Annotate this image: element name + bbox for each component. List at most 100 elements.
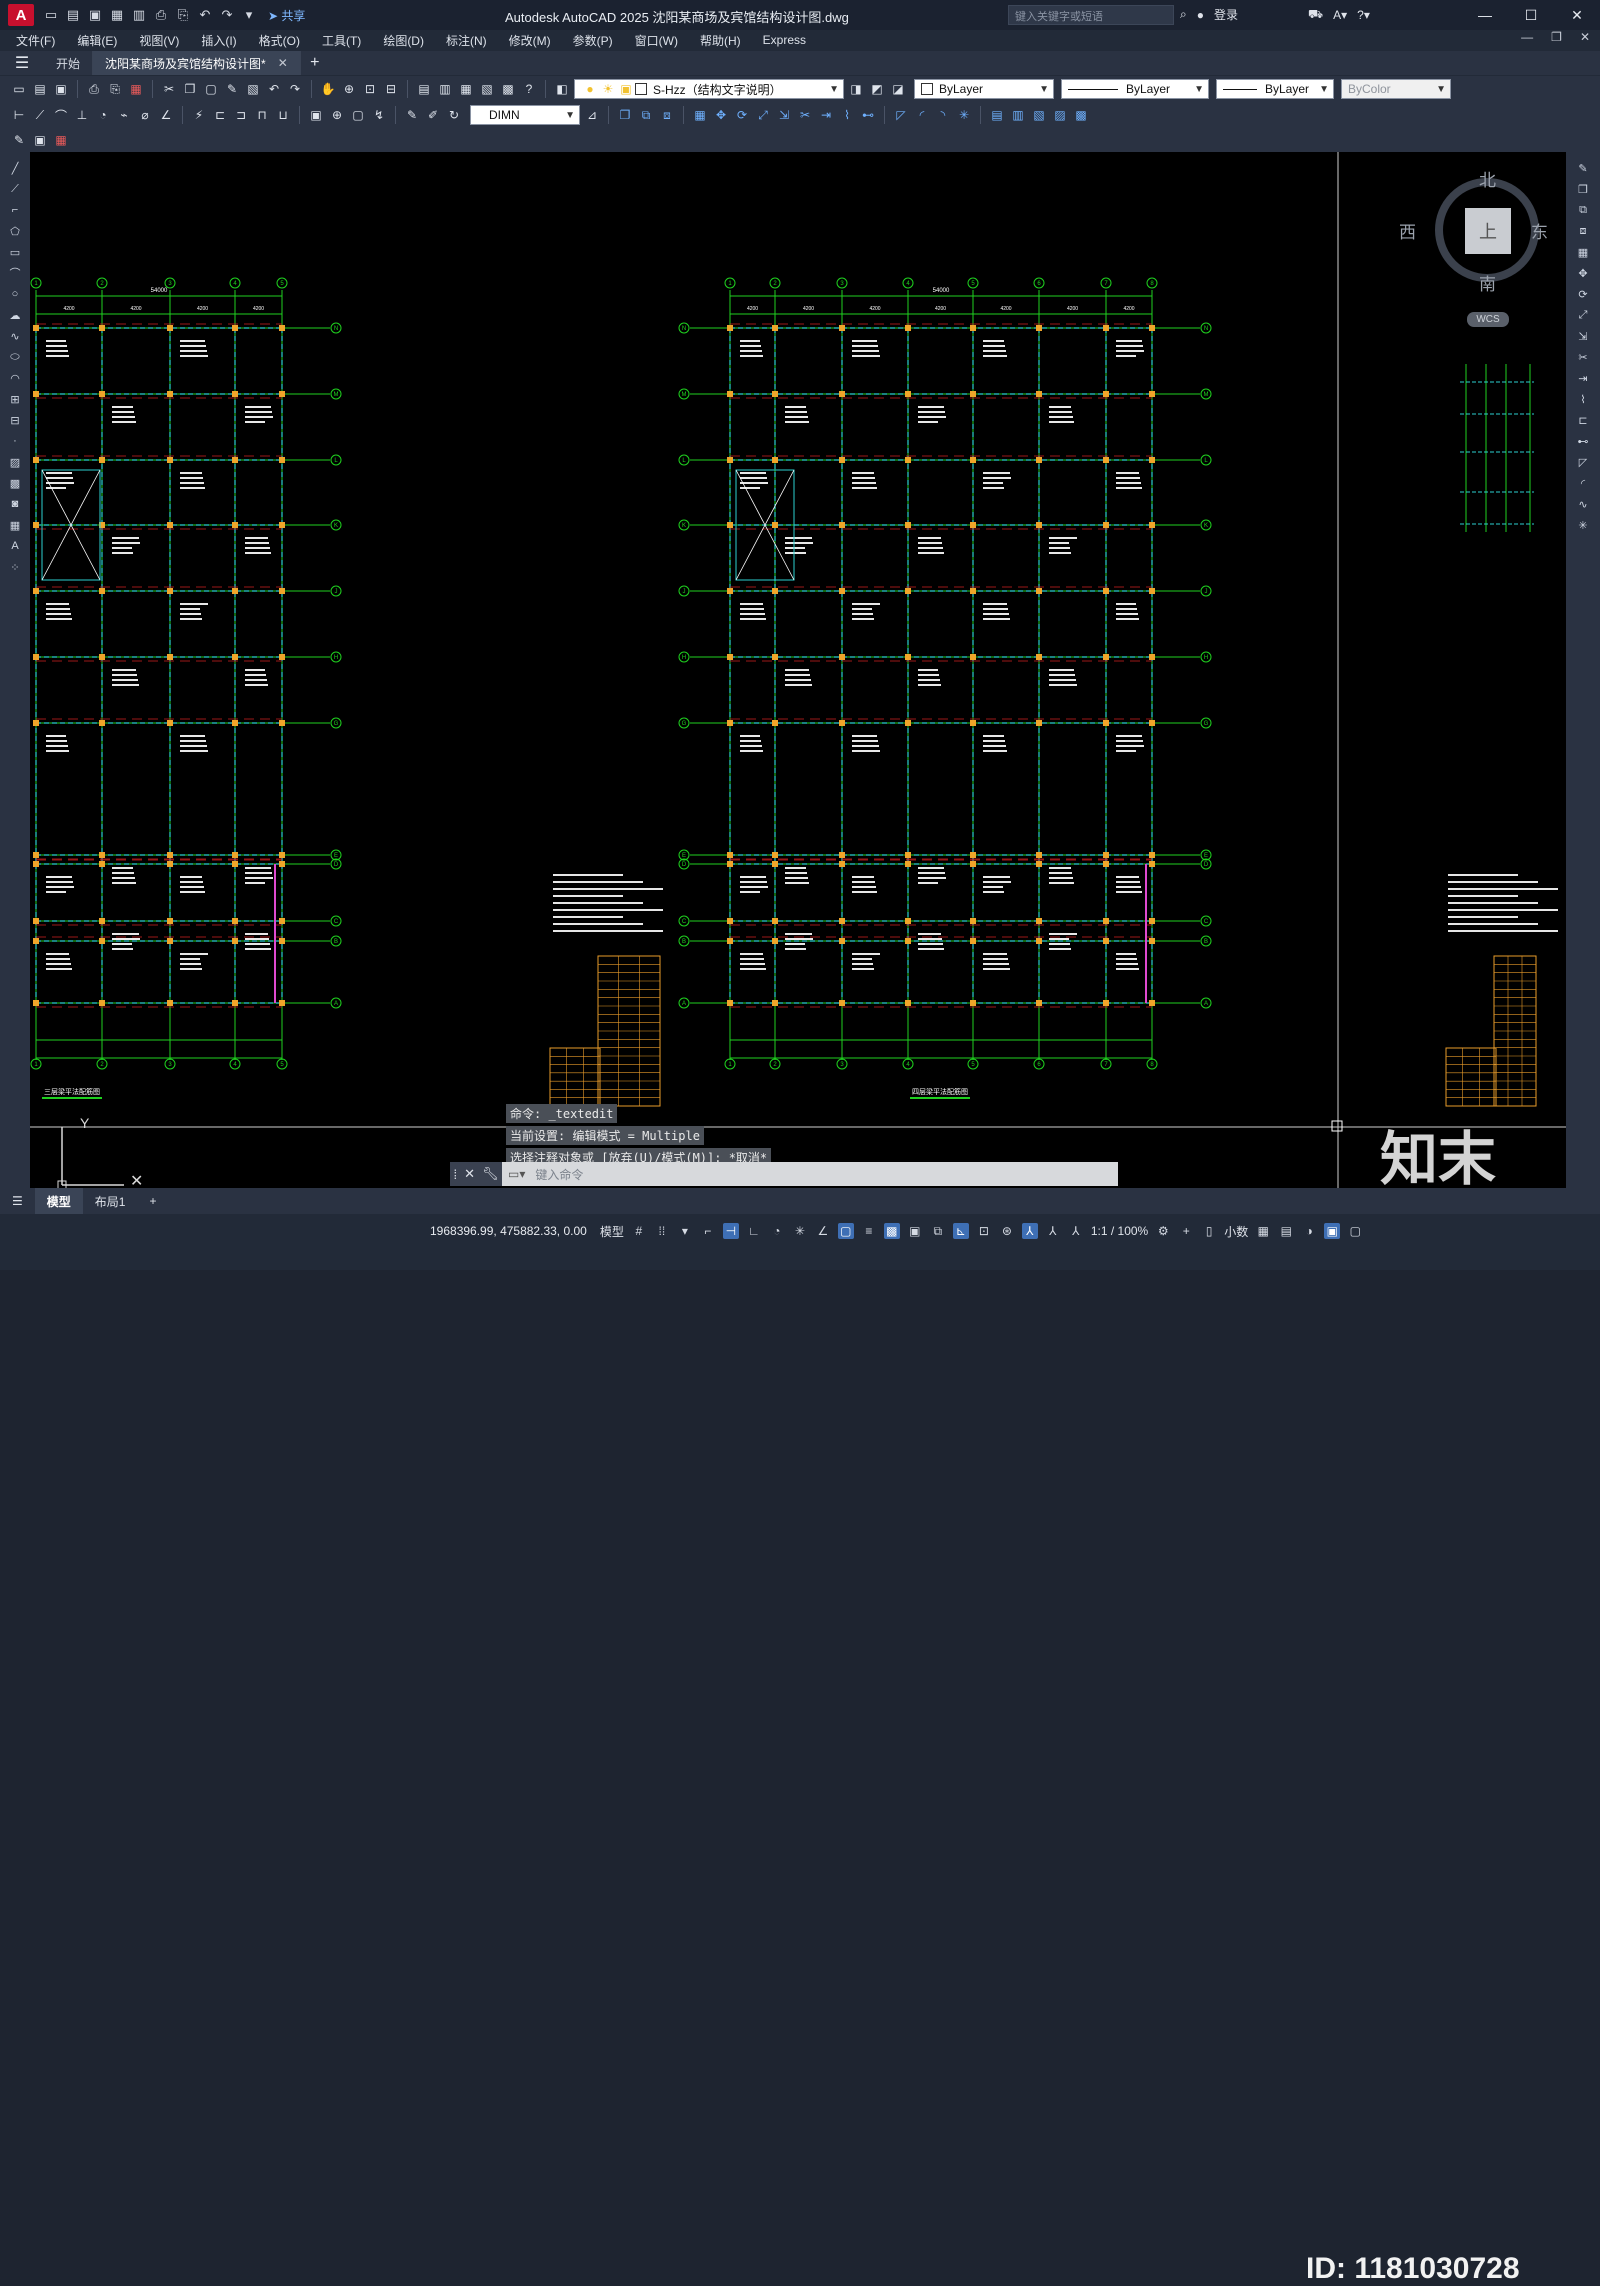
save-icon[interactable]: ▣ bbox=[86, 6, 104, 24]
color-dropdown[interactable]: ByLayer ▼ bbox=[914, 79, 1054, 99]
array-icon[interactable]: ▦ bbox=[691, 106, 709, 124]
menu-express[interactable]: Express bbox=[763, 33, 806, 47]
radius-dim-icon[interactable]: ◔ bbox=[94, 106, 112, 124]
chamfer-icon[interactable]: ◸ bbox=[892, 106, 910, 124]
transparency-icon[interactable]: ▩ bbox=[883, 1223, 900, 1239]
menu-dimension[interactable]: 标注(N) bbox=[446, 32, 487, 49]
customize-qat-icon[interactable]: ▾ bbox=[240, 6, 258, 24]
dim-edit-icon[interactable]: ✎ bbox=[403, 106, 421, 124]
insert-block-icon[interactable]: ⊞ bbox=[6, 391, 24, 407]
menu-view[interactable]: 视图(V) bbox=[139, 32, 179, 49]
layer-dropdown[interactable]: ● ☀ ▣ S-Hzz（结构文字说明） ▼ bbox=[574, 79, 844, 99]
spline-icon[interactable]: ∿ bbox=[6, 328, 24, 344]
menu-parametric[interactable]: 参数(P) bbox=[573, 32, 613, 49]
menu-draw[interactable]: 绘图(D) bbox=[383, 32, 424, 49]
auto-scale-icon[interactable]: ⅄ bbox=[1045, 1223, 1061, 1239]
autocad-logo-icon[interactable]: A bbox=[8, 4, 34, 26]
line-icon[interactable]: ╱ bbox=[6, 160, 24, 176]
zoom-realtime-icon[interactable]: ⊕ bbox=[340, 80, 358, 98]
close-icon[interactable]: ✕ bbox=[1554, 0, 1600, 30]
polyline-icon[interactable]: ⌐ bbox=[6, 202, 24, 218]
mirror-icon[interactable]: ⧉ bbox=[637, 106, 655, 124]
trim-icon[interactable]: ✂ bbox=[1574, 349, 1592, 365]
plot-icon[interactable]: ⎙ bbox=[85, 80, 103, 98]
table-icon[interactable]: ▦ bbox=[6, 517, 24, 533]
hatch-icon[interactable]: ▨ bbox=[6, 454, 24, 470]
match-properties-icon[interactable]: ✎ bbox=[223, 80, 241, 98]
undo-icon[interactable]: ↶ bbox=[265, 80, 283, 98]
viewcube[interactable]: 上 北 南 西 东 WCS bbox=[1399, 162, 1548, 327]
compass-north-label[interactable]: 北 bbox=[1479, 166, 1496, 191]
close-tab-icon[interactable]: ✕ bbox=[278, 56, 288, 70]
new-tab-icon[interactable]: + bbox=[301, 51, 329, 75]
plot-icon[interactable]: ⎙ bbox=[152, 6, 170, 24]
sheet-set-icon[interactable]: ▧ bbox=[478, 80, 496, 98]
revcloud-icon[interactable]: ☁ bbox=[6, 307, 24, 323]
new-icon[interactable]: ▭ bbox=[10, 80, 28, 98]
share-button[interactable]: ➤ 共享 bbox=[268, 7, 305, 24]
isolate-objects-icon[interactable]: ◑ bbox=[1301, 1223, 1317, 1239]
coordinate-readout[interactable]: 1968396.99, 475882.33, 0.00 bbox=[430, 1224, 587, 1238]
design-center-icon[interactable]: ▥ bbox=[436, 80, 454, 98]
doc-minimize-icon[interactable]: — bbox=[1521, 30, 1533, 44]
aligned-dim-icon[interactable]: ⟋ bbox=[31, 106, 49, 124]
grip-icon[interactable]: ⁞ bbox=[453, 1167, 457, 1182]
arc-icon[interactable]: ⌒ bbox=[6, 265, 24, 281]
gradient-icon[interactable]: ▩ bbox=[6, 475, 24, 491]
break-point-icon[interactable]: ⌇ bbox=[1574, 391, 1592, 407]
lock-ui-icon[interactable]: ▤ bbox=[1278, 1223, 1294, 1239]
blend-icon[interactable]: ∿ bbox=[1574, 496, 1592, 512]
maximize-icon[interactable]: ☐ bbox=[1508, 0, 1554, 30]
selection-cycling-icon[interactable]: ▣ bbox=[907, 1223, 923, 1239]
offset-icon[interactable]: ⧈ bbox=[658, 106, 676, 124]
join-icon[interactable]: ⊷ bbox=[1574, 433, 1592, 449]
block-editor-icon[interactable]: ▧ bbox=[244, 80, 262, 98]
hamburger-menu-icon[interactable]: ☰ bbox=[0, 51, 44, 75]
copy-icon[interactable]: ❐ bbox=[1574, 181, 1592, 197]
explode-icon[interactable]: ✳ bbox=[955, 106, 973, 124]
chamfer-icon[interactable]: ◸ bbox=[1574, 454, 1592, 470]
extend-icon[interactable]: ⇥ bbox=[1574, 370, 1592, 386]
arc-length-icon[interactable]: ⌒ bbox=[52, 106, 70, 124]
stretch-icon[interactable]: ⇲ bbox=[775, 106, 793, 124]
ordinate-dim-icon[interactable]: ⊥ bbox=[73, 106, 91, 124]
rectangle-icon[interactable]: ▭ bbox=[6, 244, 24, 260]
draworder-icon[interactable]: ▤ bbox=[988, 106, 1006, 124]
wcs-menu[interactable]: WCS bbox=[1467, 312, 1509, 327]
jogged-linear-icon[interactable]: ↯ bbox=[370, 106, 388, 124]
viewcube-top-face[interactable]: 上 bbox=[1465, 208, 1511, 254]
erase-icon[interactable]: ✎ bbox=[1574, 160, 1592, 176]
layer-previous-icon[interactable]: ◩ bbox=[868, 80, 886, 98]
menu-help[interactable]: 帮助(H) bbox=[700, 32, 741, 49]
linetype-dropdown[interactable]: ByLayer ▼ bbox=[1061, 79, 1209, 99]
make-current-layer-icon[interactable]: ◨ bbox=[847, 80, 865, 98]
cart-icon[interactable]: ⛟ bbox=[1308, 7, 1323, 23]
chevron-down-icon[interactable]: ▾ bbox=[677, 1223, 693, 1239]
menu-tools[interactable]: 工具(T) bbox=[322, 32, 361, 49]
layout-menu-icon[interactable]: ☰ bbox=[0, 1188, 35, 1214]
send-back-icon[interactable]: ▧ bbox=[1030, 106, 1048, 124]
dim-space-icon[interactable]: ⊓ bbox=[253, 106, 271, 124]
autodesk-app-icon[interactable]: A▾ bbox=[1333, 8, 1347, 22]
login-button[interactable]: 登录 bbox=[1214, 6, 1238, 23]
ellipse-icon[interactable]: ⬭ bbox=[6, 349, 24, 365]
command-input[interactable]: 键入命令 bbox=[525, 1166, 583, 1183]
units-icon[interactable]: ▯ bbox=[1201, 1223, 1217, 1239]
doc-close-icon[interactable]: ✕ bbox=[1580, 30, 1590, 44]
angular-dim-icon[interactable]: ∠ bbox=[157, 106, 175, 124]
quick-properties-icon[interactable]: ▦ bbox=[1255, 1223, 1271, 1239]
center-mark-icon[interactable]: ⊕ bbox=[328, 106, 346, 124]
clean-screen-icon[interactable]: ▢ bbox=[1347, 1223, 1363, 1239]
new-file-icon[interactable]: ▭ bbox=[42, 6, 60, 24]
dynamic-input-icon[interactable]: ⊣ bbox=[722, 1223, 739, 1239]
explode-icon[interactable]: ✳ bbox=[1574, 517, 1592, 533]
tab-layout1[interactable]: 布局1 bbox=[83, 1188, 138, 1214]
rotate-icon[interactable]: ⟳ bbox=[1574, 286, 1592, 302]
workspace-gear-icon[interactable]: ⚙ bbox=[1155, 1223, 1171, 1239]
isodraft-icon[interactable]: ✳ bbox=[792, 1223, 808, 1239]
stretch-icon[interactable]: ⇲ bbox=[1574, 328, 1592, 344]
menu-format[interactable]: 格式(O) bbox=[259, 32, 300, 49]
quick-dim-icon[interactable]: ⚡ bbox=[190, 106, 208, 124]
copy-object-icon[interactable]: ❐ bbox=[616, 106, 634, 124]
calculator-icon[interactable]: ▩ bbox=[499, 80, 517, 98]
